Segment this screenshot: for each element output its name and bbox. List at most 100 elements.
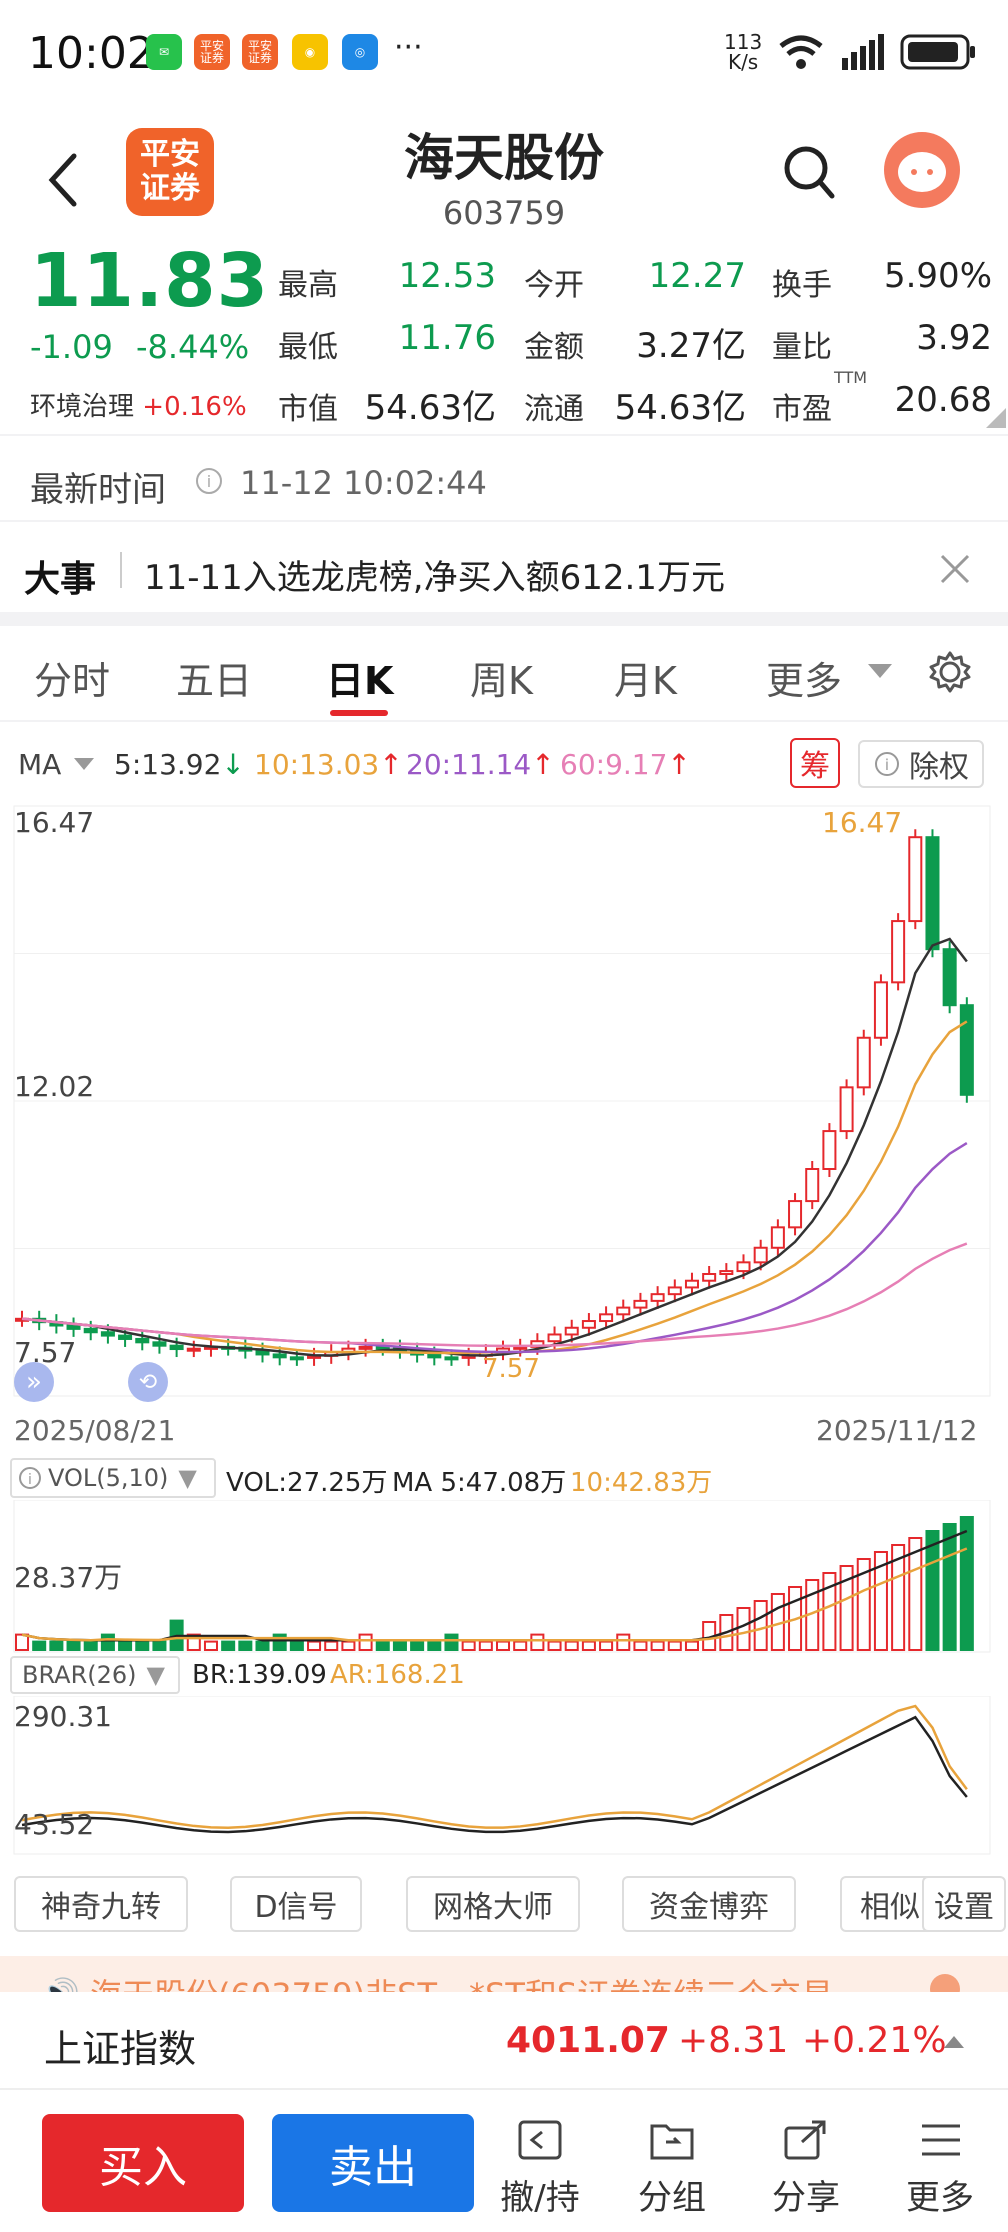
rotate-icon[interactable]: ⟲ (128, 1362, 168, 1402)
sell-button[interactable]: 卖出 (272, 2114, 474, 2212)
buy-button[interactable]: 买入 (42, 2114, 244, 2212)
turnover-label: 换手 (772, 268, 832, 303)
ar-value: AR:168.21 (330, 1660, 465, 1690)
feature-settings[interactable]: 设置 (922, 1876, 1006, 1932)
ma-line-20 (21, 1142, 968, 1354)
candle (169, 1344, 184, 1351)
notice-bar[interactable]: 🔊 海天股份(603759)非ST、*ST和S证券连续三个交易 (0, 1956, 1008, 1992)
volume-bar (684, 1640, 699, 1652)
brar-axis-high: 290.31 (14, 1700, 112, 1733)
pingan-app-icon-2: 平安 证券 (242, 34, 278, 70)
volume-bar (32, 1640, 47, 1652)
scroll-left-icon[interactable]: » (14, 1362, 54, 1402)
candle (358, 1345, 373, 1350)
update-time: 11-12 10:02:44 (240, 464, 487, 502)
float-label: 流通 (524, 392, 584, 427)
volume-bar (667, 1640, 682, 1652)
volume-bar (633, 1640, 648, 1652)
candle (135, 1337, 150, 1344)
status-time: 10:02 (28, 28, 155, 79)
candle (83, 1327, 98, 1334)
brar-chart[interactable] (0, 1696, 1008, 1856)
sector-info[interactable]: 环境治理 +0.16% (30, 386, 247, 423)
group-button[interactable]: 分组 (622, 2118, 722, 2219)
candle (118, 1334, 133, 1340)
tab-daily-k[interactable]: 日K (326, 650, 393, 705)
volume-bar (599, 1640, 614, 1652)
candle (650, 1293, 665, 1302)
assistant-avatar[interactable] (884, 132, 960, 208)
volume-bar (135, 1640, 150, 1652)
info-icon[interactable]: i (194, 466, 224, 496)
volume-bar (616, 1633, 631, 1652)
y-axis-high: 16.47 (14, 806, 95, 839)
tab-weekly-k[interactable]: 周K (470, 650, 533, 705)
volume-bar (238, 1640, 253, 1652)
volume-bar (478, 1640, 493, 1652)
volume-bar (427, 1640, 442, 1652)
tab-intraday[interactable]: 分时 (34, 650, 110, 705)
feature-magic-nine[interactable]: 神奇九转 (14, 1876, 188, 1932)
index-name: 上证指数 (44, 2027, 197, 2071)
ma-line-40 (21, 1242, 968, 1348)
ma-dropdown-icon[interactable] (74, 758, 94, 772)
volume-bar (83, 1640, 98, 1652)
y-axis-mid: 12.02 (14, 1070, 95, 1103)
date-end: 2025/11/12 (816, 1414, 978, 1447)
adjust-button[interactable]: i 除权 (858, 740, 984, 788)
volume-bar (358, 1633, 373, 1652)
kline-chart[interactable] (0, 796, 1008, 1416)
volume-chart[interactable] (0, 1500, 1008, 1654)
candle (805, 1168, 820, 1203)
vol-axis-label: 28.37万 (14, 1561, 123, 1594)
event-text[interactable]: 11-11入选龙虎榜,净买入额612.1万元 (144, 550, 725, 599)
volume-bar (375, 1640, 390, 1652)
candle (908, 836, 923, 923)
brar-indicator-selector[interactable]: BRAR(26) ▼ (10, 1656, 180, 1694)
candle (839, 1086, 854, 1133)
vol-ratio-value: 3.92 (916, 318, 992, 358)
volume-bar (925, 1530, 940, 1651)
vol-ma10: 10:42.83万 (570, 1468, 713, 1498)
vol-indicator-selector[interactable]: i VOL(5,10) ▼ (10, 1458, 216, 1498)
expand-up-icon[interactable] (944, 2034, 964, 2048)
stock-name: 海天股份 (404, 129, 604, 187)
ma-label[interactable]: MA (18, 748, 61, 781)
notice-close-icon[interactable] (930, 1974, 960, 1992)
tab-five-day[interactable]: 五日 (176, 650, 252, 705)
candle (599, 1313, 614, 1323)
tab-more[interactable]: 更多 (766, 650, 842, 705)
price-change: -1.09 (30, 328, 113, 366)
volume-bar (324, 1640, 339, 1652)
mcap-value: 54.63亿 (364, 388, 496, 428)
volume-bar (581, 1640, 596, 1652)
gear-icon[interactable] (928, 650, 972, 694)
volume-bar (203, 1640, 218, 1652)
index-value: 4011.07 (506, 2020, 670, 2061)
expand-corner-icon[interactable] (986, 408, 1006, 428)
ma5-value: 5:13.92↓ (114, 748, 245, 781)
cancel-position-button[interactable]: 撤/持 (490, 2118, 590, 2219)
stock-code: 603759 (442, 194, 566, 232)
candle (444, 1356, 459, 1361)
close-icon[interactable] (938, 552, 972, 586)
search-icon[interactable] (782, 144, 836, 204)
candle (547, 1333, 562, 1343)
volume-bar (753, 1600, 768, 1651)
volume-bar (736, 1607, 751, 1651)
feature-capital-game[interactable]: 资金博弈 (622, 1876, 796, 1932)
update-label: 最新时间 (30, 470, 166, 510)
index-bar[interactable]: 上证指数 4011.07 +8.31 +0.21% (0, 1992, 1008, 2090)
float-value: 54.63亿 (614, 388, 746, 428)
chip-button[interactable]: 筹 (790, 738, 840, 788)
share-button[interactable]: 分享 (756, 2118, 856, 2219)
folder-icon (650, 2124, 694, 2160)
volume-bar (152, 1640, 167, 1652)
tab-monthly-k[interactable]: 月K (614, 650, 677, 705)
more-button[interactable]: 更多 (890, 2118, 990, 2219)
feature-grid-master[interactable]: 网格大师 (406, 1876, 580, 1932)
feature-d-signal[interactable]: D信号 (230, 1876, 362, 1932)
event-tag: 大事 (24, 559, 97, 600)
candle (942, 948, 957, 1007)
svg-text:i: i (207, 472, 211, 491)
